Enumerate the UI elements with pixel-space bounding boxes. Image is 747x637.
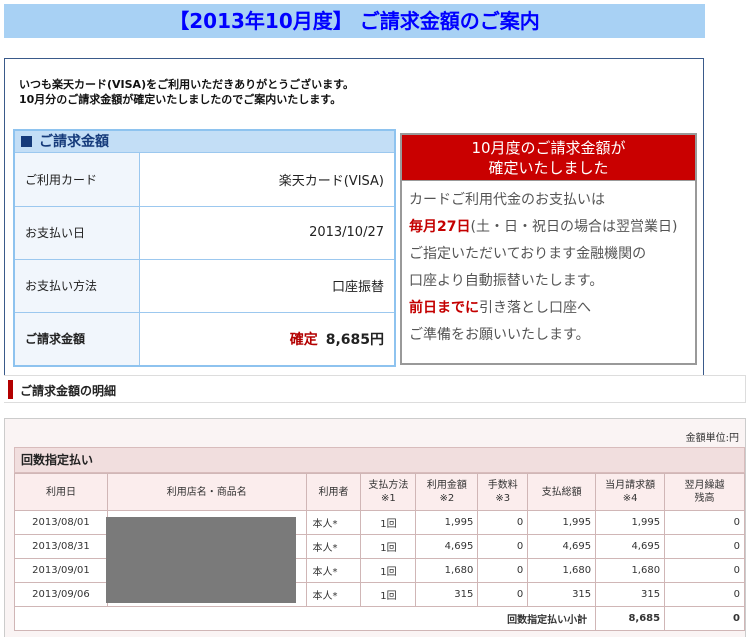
col-header-billed: 当月請求額 ※4 bbox=[595, 473, 666, 511]
summary-total-label: ご請求金額 bbox=[15, 312, 140, 365]
row-billed: 315 bbox=[595, 582, 666, 607]
info-line: 口座より自動振替いたします。 bbox=[409, 273, 604, 289]
row-fee: 0 bbox=[477, 558, 529, 583]
summary-label: お支払い日 bbox=[15, 206, 140, 260]
row-user: 本人* bbox=[305, 534, 362, 559]
square-bullet-icon bbox=[21, 136, 32, 147]
col-header-amount: 利用金額 ※2 bbox=[415, 473, 479, 511]
info-line: カードご利用代金のお支払いは bbox=[409, 192, 605, 208]
row-total: 1,995 bbox=[527, 510, 597, 535]
summary-value: 口座振替 bbox=[139, 259, 394, 313]
row-billed: 1,680 bbox=[595, 558, 666, 583]
summary-row-total: ご請求金額 確定 8,685円 bbox=[15, 312, 394, 365]
summary-total-value: 確定 8,685円 bbox=[139, 312, 394, 365]
confirmation-heading-line1: 10月度のご請求金額が bbox=[471, 139, 626, 157]
info-line-deadline: 前日までに引き落とし口座へ bbox=[409, 295, 695, 322]
subtotal-carry: 0 bbox=[664, 606, 745, 631]
confirmation-heading: 10月度のご請求金額が 確定いたしました bbox=[402, 135, 695, 181]
col-header-user: 利用者 bbox=[305, 473, 362, 511]
summary-row-card: ご利用カード 楽天カード(VISA) bbox=[15, 153, 394, 207]
col-header-date: 利用日 bbox=[14, 473, 108, 511]
confirmation-heading-line2: 確定いたしました bbox=[488, 159, 609, 177]
summary-row-payment-date: お支払い日 2013/10/27 bbox=[15, 206, 394, 260]
row-method: 1回 bbox=[360, 558, 417, 583]
row-user: 本人* bbox=[305, 510, 362, 535]
detail-section-title: ご請求金額の明細 bbox=[20, 384, 117, 398]
row-amount: 1,680 bbox=[415, 558, 479, 583]
row-total: 1,680 bbox=[527, 558, 597, 583]
col-header-method: 支払方法 ※1 bbox=[360, 473, 417, 511]
detail-header-row: 利用日 利用店名・商品名 利用者 支払方法 ※1 利用金額 ※2 手数料 ※3 … bbox=[14, 473, 745, 511]
subtotal-row: 回数指定払い小計 8,685 0 bbox=[13, 606, 745, 631]
row-fee: 0 bbox=[477, 510, 529, 535]
col-header-total: 支払総額 bbox=[527, 473, 597, 511]
intro-text: いつも楽天カード(VISA)をご利用いただきありがとうございます。 10月分のご… bbox=[19, 78, 354, 106]
info-line: ご指定いただいております金融機関の bbox=[409, 246, 647, 262]
due-date-emphasis: 毎月27日 bbox=[409, 219, 471, 235]
row-date: 2013/09/01 bbox=[14, 558, 108, 583]
row-method: 1回 bbox=[360, 534, 417, 559]
row-user: 本人* bbox=[305, 582, 362, 607]
confirmation-body: カードご利用代金のお支払いは 毎月27日(土・日・祝日の場合は翌営業日) ご指定… bbox=[402, 181, 695, 349]
section-marker-icon bbox=[8, 380, 13, 399]
summary-label: お支払い方法 bbox=[15, 259, 140, 313]
billing-summary-title: ご請求金額 bbox=[39, 134, 109, 150]
row-carry: 0 bbox=[664, 582, 745, 607]
deadline-note: 引き落とし口座へ bbox=[479, 300, 591, 316]
summary-label: ご利用カード bbox=[15, 153, 140, 207]
row-user: 本人* bbox=[305, 558, 362, 583]
billing-summary-table: ご利用カード 楽天カード(VISA) お支払い日 2013/10/27 お支払い… bbox=[15, 153, 394, 365]
row-method: 1回 bbox=[360, 582, 417, 607]
row-fee: 0 bbox=[477, 534, 529, 559]
col-header-merchant: 利用店名・商品名 bbox=[106, 473, 307, 511]
row-carry: 0 bbox=[664, 534, 745, 559]
summary-value: 楽天カード(VISA) bbox=[139, 153, 394, 207]
currency-unit-note: 金額単位:円 bbox=[685, 433, 739, 444]
billing-notice-panel: いつも楽天カード(VISA)をご利用いただきありがとうございます。 10月分のご… bbox=[4, 58, 704, 378]
installment-group-title: 回数指定払い bbox=[14, 447, 745, 473]
confirmation-info-box: 10月度のご請求金額が 確定いたしました カードご利用代金のお支払いは 毎月27… bbox=[400, 133, 697, 365]
col-header-fee: 手数料 ※3 bbox=[477, 473, 529, 511]
row-total: 4,695 bbox=[527, 534, 597, 559]
detail-panel: 金額単位:円 回数指定払い 利用日 利用店名・商品名 利用者 支払方法 ※1 利… bbox=[4, 418, 746, 637]
page-title: 【2013年10月度】 ご請求金額のご案内 bbox=[4, 4, 705, 38]
due-date-note: (土・日・祝日の場合は翌営業日) bbox=[470, 219, 678, 235]
total-amount: 8,685円 bbox=[325, 331, 384, 348]
detail-section-header: ご請求金額の明細 bbox=[4, 375, 746, 403]
row-date: 2013/09/06 bbox=[14, 582, 108, 607]
row-date: 2013/08/01 bbox=[14, 510, 108, 535]
row-amount: 4,695 bbox=[415, 534, 479, 559]
deadline-emphasis: 前日までに bbox=[409, 300, 479, 316]
billing-summary-header: ご請求金額 bbox=[15, 131, 394, 153]
info-line: ご準備をお願いいたします。 bbox=[409, 327, 590, 343]
redacted-merchant-block bbox=[106, 517, 296, 603]
subtotal-label: 回数指定払い小計 bbox=[13, 606, 597, 631]
row-carry: 0 bbox=[664, 510, 745, 535]
row-total: 315 bbox=[527, 582, 597, 607]
row-method: 1回 bbox=[360, 510, 417, 535]
row-fee: 0 bbox=[477, 582, 529, 607]
info-line-due-date: 毎月27日(土・日・祝日の場合は翌営業日) bbox=[409, 214, 695, 241]
row-date: 2013/08/31 bbox=[14, 534, 108, 559]
summary-row-payment-method: お支払い方法 口座振替 bbox=[15, 259, 394, 313]
row-billed: 1,995 bbox=[595, 510, 666, 535]
col-header-carry: 翌月繰越 残高 bbox=[664, 473, 745, 511]
row-amount: 315 bbox=[415, 582, 479, 607]
billing-summary-panel: ご請求金額 ご利用カード 楽天カード(VISA) お支払い日 2013/10/2… bbox=[13, 129, 396, 367]
subtotal-billed: 8,685 bbox=[595, 606, 666, 631]
row-billed: 4,695 bbox=[595, 534, 666, 559]
summary-value: 2013/10/27 bbox=[139, 206, 394, 260]
row-carry: 0 bbox=[664, 558, 745, 583]
row-amount: 1,995 bbox=[415, 510, 479, 535]
confirmed-status: 確定 bbox=[289, 331, 318, 348]
